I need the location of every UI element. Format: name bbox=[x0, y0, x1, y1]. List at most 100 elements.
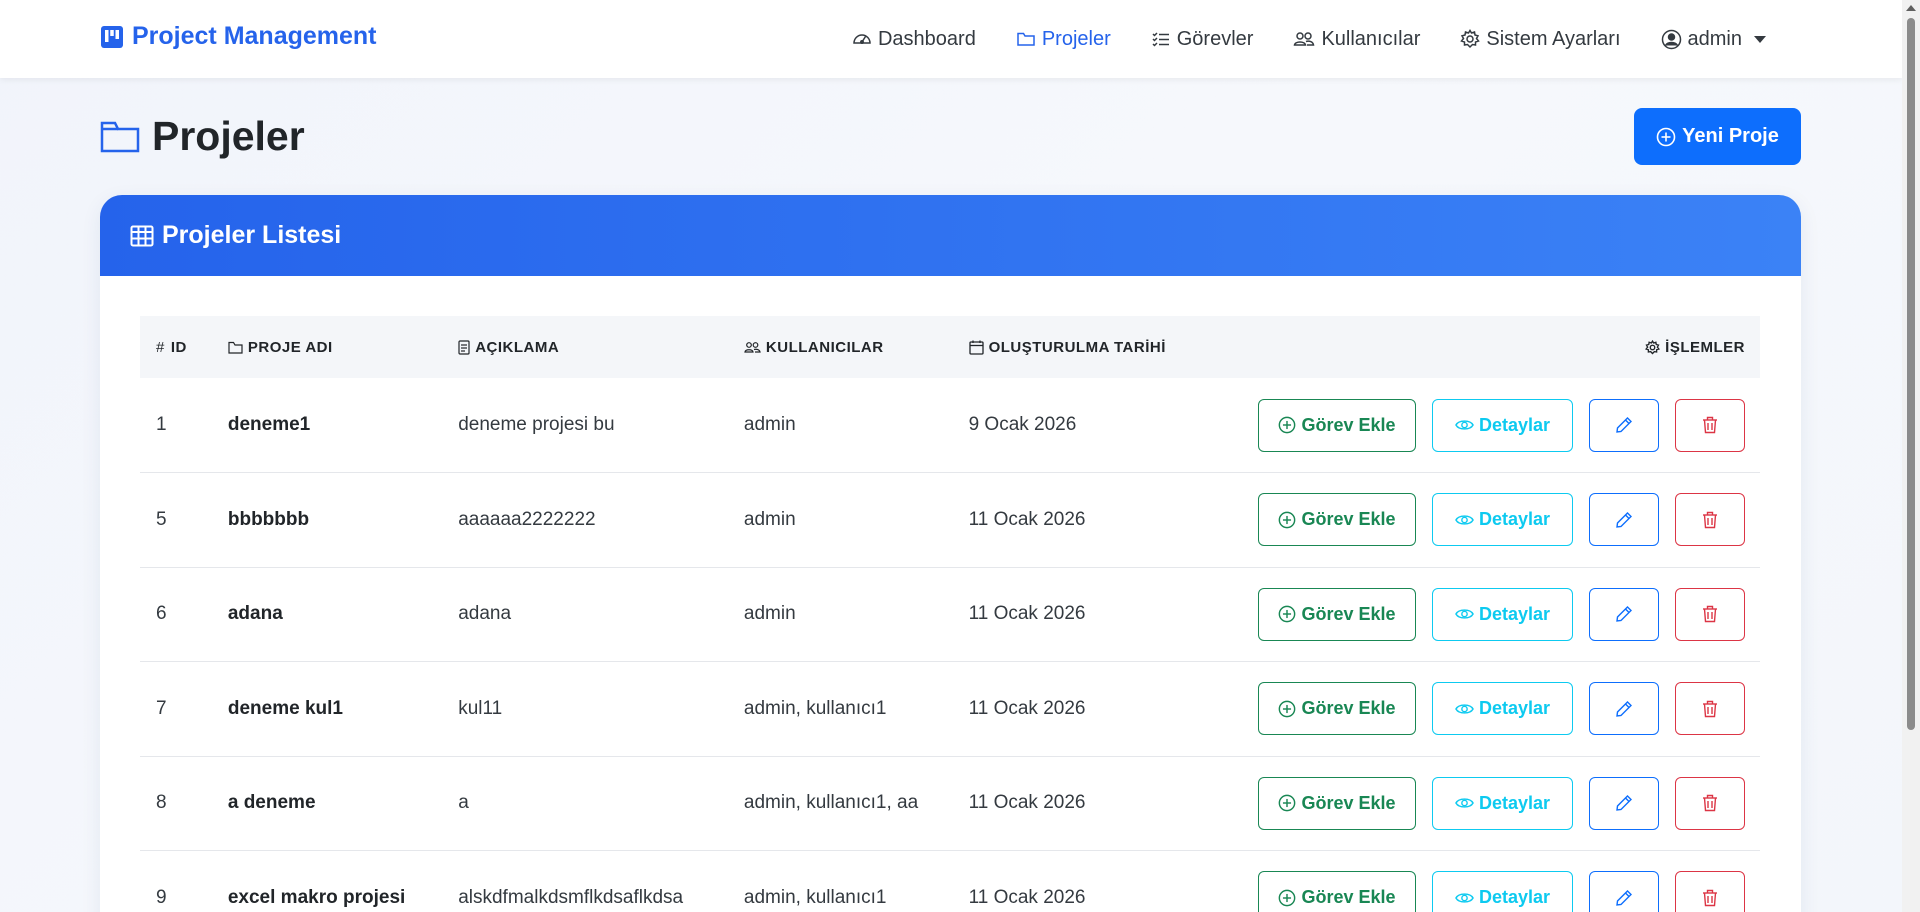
cell-users: admin, kullanıcı1 bbox=[743, 886, 887, 908]
cell-id: 7 bbox=[156, 697, 167, 719]
page-title: Projeler bbox=[100, 113, 305, 160]
details-button[interactable]: Detaylar bbox=[1432, 587, 1573, 641]
people-icon bbox=[1294, 32, 1315, 46]
folder-icon bbox=[1017, 32, 1035, 46]
cell-actions: Görev Ekle Detaylar bbox=[1258, 473, 1760, 568]
nav-item-projeler[interactable]: Projeler bbox=[1016, 28, 1111, 51]
folder-icon bbox=[228, 341, 243, 354]
delete-button[interactable] bbox=[1675, 682, 1745, 736]
add-task-button[interactable]: Görev Ekle bbox=[1258, 493, 1416, 547]
column-header-id[interactable]: # ID bbox=[140, 316, 228, 378]
trash-icon bbox=[1703, 511, 1717, 528]
delete-button[interactable] bbox=[1675, 587, 1745, 641]
chevron-down-icon bbox=[1754, 35, 1766, 43]
edit-button[interactable] bbox=[1589, 871, 1659, 912]
details-button[interactable]: Detaylar bbox=[1432, 776, 1573, 830]
cell-id: 9 bbox=[156, 886, 167, 908]
column-header-desc[interactable]: AÇIKLAMA bbox=[458, 316, 744, 378]
add-task-button[interactable]: Görev Ekle bbox=[1258, 398, 1416, 452]
folder-icon bbox=[100, 121, 140, 152]
cell-actions: Görev Ekle Detaylar bbox=[1258, 378, 1760, 473]
card-title: Projeler Listesi bbox=[162, 221, 342, 249]
scroll-up-arrow-icon[interactable] bbox=[1906, 5, 1916, 11]
edit-button[interactable] bbox=[1589, 587, 1659, 641]
trash-icon bbox=[1703, 416, 1717, 434]
user-menu-toggle[interactable]: admin bbox=[1661, 28, 1766, 51]
column-header-label: OLUŞTURULMA TARİHİ bbox=[988, 338, 1166, 356]
people-icon bbox=[744, 341, 761, 353]
details-button[interactable]: Detaylar bbox=[1432, 398, 1573, 452]
nav-item-label: Sistem Ayarları bbox=[1486, 27, 1621, 50]
add-task-button[interactable]: Görev Ekle bbox=[1258, 871, 1416, 912]
person-circle-icon bbox=[1661, 29, 1681, 49]
nav-item-sistem-ayarlari[interactable]: Sistem Ayarları bbox=[1460, 27, 1621, 51]
gear-icon bbox=[1460, 29, 1481, 49]
cell-actions: Görev Ekle Detaylar bbox=[1258, 662, 1760, 757]
nav-item-label: Görevler bbox=[1176, 27, 1254, 50]
edit-button[interactable] bbox=[1589, 398, 1659, 452]
column-header-name[interactable]: PROJE ADI bbox=[228, 316, 458, 378]
plus-circle-icon bbox=[1656, 127, 1676, 146]
delete-button[interactable] bbox=[1675, 776, 1745, 830]
column-header-ops: İŞLEMLER bbox=[1258, 316, 1760, 378]
trash-icon bbox=[1703, 700, 1717, 717]
cell-description: a bbox=[458, 792, 469, 814]
eye-icon bbox=[1455, 515, 1474, 525]
nav-item-label: Projeler bbox=[1041, 27, 1111, 50]
projects-table: # ID PROJE ADI AÇIKLAMA KULLANICILAR OLU… bbox=[140, 316, 1760, 912]
details-button[interactable]: Detaylar bbox=[1432, 682, 1573, 736]
pencil-icon bbox=[1616, 417, 1632, 433]
cell-project-name: excel makro projesi bbox=[227, 886, 406, 908]
cell-id: 1 bbox=[156, 414, 167, 435]
add-task-button[interactable]: Görev Ekle bbox=[1258, 682, 1416, 736]
trash-icon bbox=[1703, 889, 1717, 906]
add-task-label: Görev Ekle bbox=[1301, 414, 1396, 435]
new-project-button[interactable]: Yeni Proje bbox=[1634, 108, 1801, 165]
delete-button[interactable] bbox=[1675, 398, 1745, 452]
scrollbar-thumb[interactable] bbox=[1907, 18, 1915, 730]
delete-button[interactable] bbox=[1675, 871, 1745, 912]
column-header-label: PROJE ADI bbox=[247, 338, 333, 356]
cell-users: admin bbox=[743, 414, 796, 435]
card-header: Projeler Listesi bbox=[100, 195, 1801, 276]
details-label: Detaylar bbox=[1478, 792, 1551, 813]
nav-item-dashboard[interactable]: Dashboard bbox=[852, 28, 976, 51]
plus-circle-icon bbox=[1279, 889, 1296, 907]
plus-circle-icon bbox=[1279, 794, 1296, 812]
delete-button[interactable] bbox=[1675, 493, 1745, 547]
column-header-label: AÇIKLAMA bbox=[475, 338, 560, 356]
eye-icon bbox=[1455, 609, 1474, 619]
cell-created-date: 11 Ocak 2026 bbox=[968, 697, 1086, 719]
username: admin bbox=[1687, 27, 1742, 50]
cell-actions: Görev Ekle Detaylar bbox=[1258, 567, 1760, 662]
cell-description: alskdfmalkdsmflkdsaflkdsa bbox=[458, 886, 684, 908]
add-task-button[interactable]: Görev Ekle bbox=[1258, 587, 1416, 641]
trash-icon bbox=[1703, 606, 1717, 623]
add-task-button[interactable]: Görev Ekle bbox=[1258, 776, 1416, 830]
edit-button[interactable] bbox=[1589, 493, 1659, 547]
brand[interactable]: Project Management bbox=[100, 22, 377, 51]
details-button[interactable]: Detaylar bbox=[1432, 493, 1573, 547]
hash-icon: # bbox=[156, 338, 165, 356]
page-scrollbar[interactable] bbox=[1902, 0, 1920, 912]
edit-button[interactable] bbox=[1589, 776, 1659, 830]
eye-icon bbox=[1455, 893, 1474, 903]
speedometer-icon bbox=[853, 34, 871, 44]
trash-icon bbox=[1703, 795, 1717, 812]
column-header-users[interactable]: KULLANICILAR bbox=[744, 316, 969, 378]
eye-icon bbox=[1455, 420, 1474, 430]
column-header-date[interactable]: OLUŞTURULMA TARİHİ bbox=[968, 316, 1258, 378]
add-task-label: Görev Ekle bbox=[1301, 887, 1396, 908]
edit-button[interactable] bbox=[1589, 682, 1659, 736]
nav-item-gorevler[interactable]: Görevler bbox=[1151, 27, 1254, 51]
cell-users: admin bbox=[743, 603, 796, 625]
add-task-label: Görev Ekle bbox=[1301, 792, 1396, 813]
table-row: 9 excel makro projesi alskdfmalkdsmflkds… bbox=[140, 851, 1760, 912]
details-button[interactable]: Detaylar bbox=[1432, 871, 1573, 912]
cell-project-name: deneme kul1 bbox=[227, 697, 343, 719]
cell-users: admin bbox=[743, 508, 796, 530]
nav-item-kullanicilar[interactable]: Kullanıcılar bbox=[1293, 28, 1420, 51]
column-header-label: İŞLEMLER bbox=[1665, 338, 1745, 356]
plus-circle-icon bbox=[1279, 416, 1296, 434]
cell-created-date: 11 Ocak 2026 bbox=[968, 603, 1086, 625]
